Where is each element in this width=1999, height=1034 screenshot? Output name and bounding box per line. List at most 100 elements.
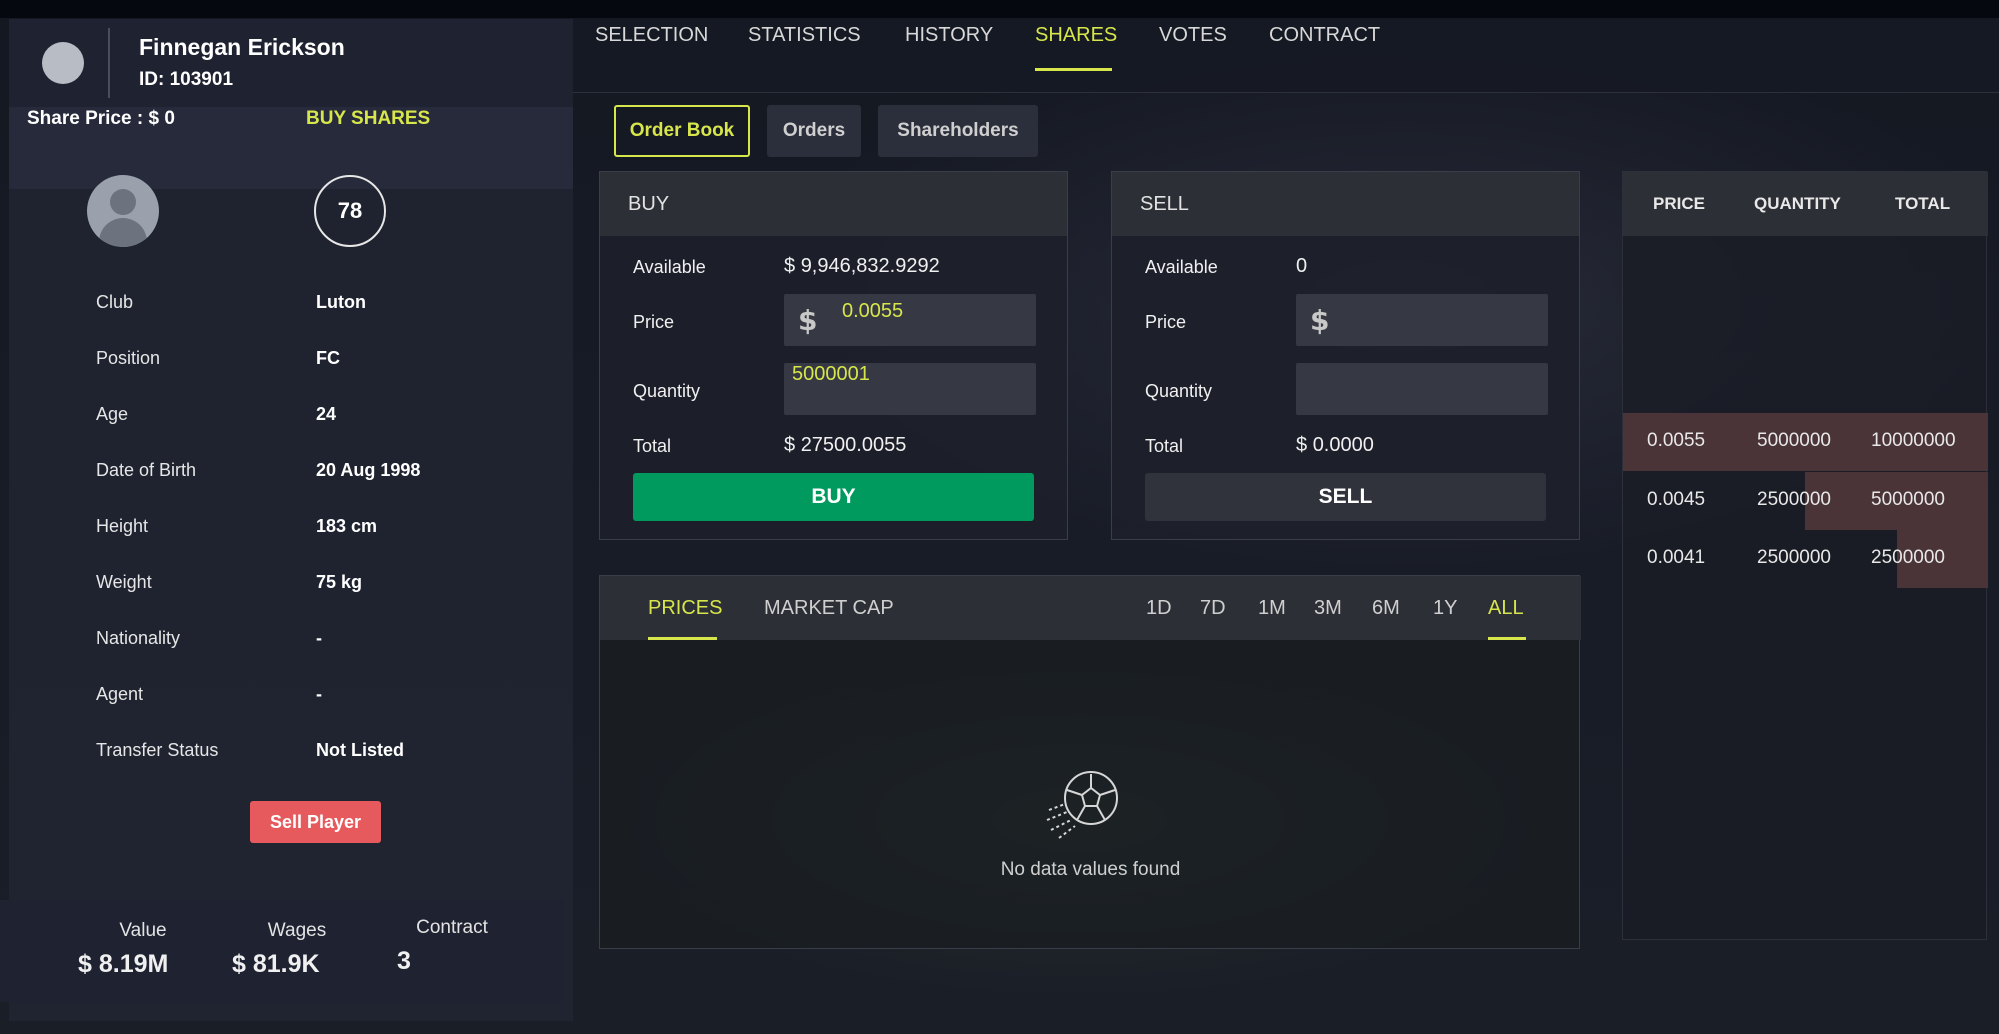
dollar-coin-icon: $ [798,304,818,337]
sell-quantity-label: Quantity [1145,381,1213,401]
subtab-shareholders[interactable]: Shareholders [878,105,1038,157]
player-rating: 78 [314,175,386,247]
sell-price-input[interactable]: $ [1296,294,1548,346]
buy-title: BUY [628,193,670,215]
tab-shares[interactable]: SHARES [1035,24,1117,47]
order-total: 5000000 [1871,489,1945,510]
prices-underline [648,637,717,640]
range-1d[interactable]: 1D [1146,597,1172,620]
detail-value: Not Listed [316,740,404,760]
order-price: 0.0055 [1647,430,1706,451]
buy-shares-link[interactable]: BUY SHARES [306,108,430,130]
sell-available-value: 0 [1296,255,1308,277]
tab-prices[interactable]: PRICES [648,597,722,620]
range-1m[interactable]: 1M [1258,597,1286,620]
footer-wages: Wages $ 81.9K [232,920,362,978]
detail-value: 20 Aug 1998 [316,460,421,480]
tab-votes[interactable]: VOTES [1159,24,1227,47]
col-quantity: QUANTITY [1754,194,1841,213]
sell-quantity-input[interactable] [1296,363,1548,415]
order-price: 0.0041 [1647,547,1706,568]
dollar-coin-icon: $ [1310,304,1330,337]
detail-row: Age 24 [96,404,536,434]
sell-total-value: 0.0000 [1312,434,1374,456]
footer-value-amount: 8.19M [98,950,169,978]
player-id: ID: 103901 [139,69,234,90]
soccer-ball-icon [1046,771,1118,839]
buy-price-value: 0.0055 [842,300,904,322]
detail-key: Weight [96,572,152,592]
dollar-coin-icon: $ [78,950,92,978]
active-range-underline [1488,637,1526,640]
sell-title: SELL [1140,193,1189,215]
tab-market-cap[interactable]: MARKET CAP [764,597,894,620]
empty-chart-message: No data values found [1000,859,1181,880]
share-price-value: 0 [164,108,175,129]
detail-row: Agent - [96,684,536,714]
col-price: PRICE [1653,194,1705,213]
detail-key: Club [96,292,134,312]
sell-total-label: Total [1145,436,1184,456]
sell-button[interactable]: SELL [1145,473,1546,521]
player-name: Finnegan Erickson [139,34,345,60]
footer-wages-amount: 81.9K [252,950,320,978]
range-6m[interactable]: 6M [1372,597,1400,620]
share-price-label: Share Price : [27,108,144,129]
detail-row: Position FC [96,348,536,378]
detail-row: Height 183 cm [96,516,536,546]
range-3m[interactable]: 3M [1314,597,1342,620]
footer-wages-label: Wages [267,920,327,941]
order-total: 10000000 [1871,430,1956,451]
dollar-coin-icon: $ [784,255,796,277]
header-divider [108,28,110,98]
subtab-order-book[interactable]: Order Book [614,105,750,157]
dollar-coin-icon: $ [784,434,796,456]
footer-contract-label: Contract [416,917,488,938]
tab-selection[interactable]: SELECTION [595,24,708,47]
detail-key: Date of Birth [96,460,197,480]
detail-value: Luton [316,292,366,312]
footer-value: Value $ 8.19M [78,920,208,978]
order-quantity: 2500000 [1757,489,1831,510]
player-avatar-icon [87,175,159,247]
dollar-coin-icon: $ [148,108,160,129]
order-book-header: PRICE QUANTITY TOTAL [1623,172,1988,236]
buy-button[interactable]: BUY [633,473,1034,521]
sell-player-button[interactable]: Sell Player [250,801,381,843]
range-all[interactable]: ALL [1488,597,1524,620]
tab-statistics[interactable]: STATISTICS [748,24,861,47]
buy-available-value: 9,946,832.9292 [800,255,940,277]
detail-row: Transfer Status Not Listed [96,740,536,770]
tab-contract[interactable]: CONTRACT [1269,24,1380,47]
range-7d[interactable]: 7D [1200,597,1226,620]
order-row[interactable]: 0.0045 2500000 5000000 [1623,472,1988,530]
footer-contract-value: 3 [397,947,411,975]
club-badge-icon [42,42,84,84]
share-price: Share Price : $ 0 [27,108,175,130]
chart-panel: PRICES MARKET CAP 1D 7D 1M 3M 6M 1Y ALL No dat… [599,575,1581,949]
buy-total-value: 27500.0055 [800,434,907,456]
buy-price-input[interactable]: $ 0.0055 [784,294,1036,346]
order-row[interactable]: 0.0055 5000000 10000000 [1623,413,1988,471]
footer-contract: Contract 3 [397,917,507,975]
buy-price-label: Price [633,312,675,332]
detail-key: Nationality [96,628,181,648]
detail-value: 75 kg [316,572,363,592]
buy-quantity-value: 5000001 [792,363,870,385]
detail-value: FC [316,348,340,368]
sell-price-label: Price [1145,312,1187,332]
order-row[interactable]: 0.0041 2500000 2500000 [1623,530,1988,588]
subtab-orders[interactable]: Orders [767,105,861,157]
order-price: 0.0045 [1647,489,1706,510]
range-1y[interactable]: 1Y [1433,597,1457,620]
detail-row: Club Luton [96,292,536,322]
tab-history[interactable]: HISTORY [905,24,993,47]
buy-quantity-input[interactable]: 5000001 [784,363,1036,415]
buy-available-label: Available [633,257,706,277]
dollar-coin-icon: $ [232,950,246,978]
order-total: 2500000 [1871,547,1945,568]
detail-value: - [316,628,322,648]
order-quantity: 5000000 [1757,430,1831,451]
detail-key: Position [96,348,161,368]
top-strip [0,0,1999,18]
